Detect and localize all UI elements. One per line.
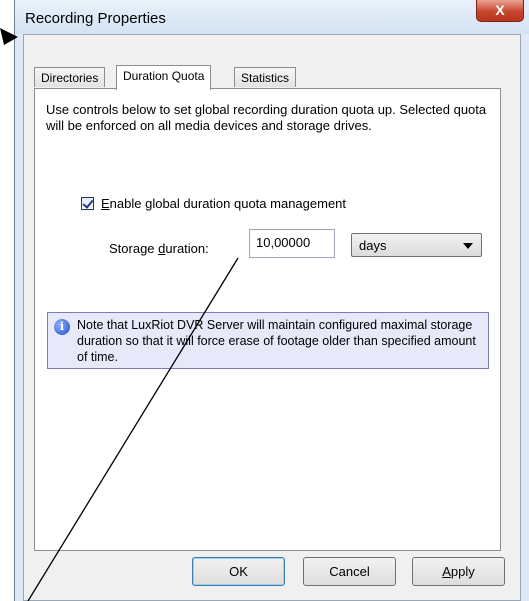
duration-unit-select[interactable]: days bbox=[351, 233, 482, 257]
tab-directories[interactable]: Directories bbox=[34, 67, 106, 87]
info-note-text: Note that LuxRiot DVR Server will mainta… bbox=[77, 318, 476, 364]
recording-properties-window: Recording Properties X Directories Durat… bbox=[14, 0, 529, 601]
storage-duration-label: Storage duration: bbox=[109, 241, 209, 256]
description-text: Use controls below to set global recordi… bbox=[46, 102, 487, 133]
info-icon: i bbox=[54, 319, 70, 335]
tab-duration-quota[interactable]: Duration Quota bbox=[116, 65, 212, 90]
storage-duration-input[interactable]: 10,00000 bbox=[249, 229, 335, 258]
duration-unit-value: days bbox=[359, 238, 387, 253]
dropdown-arrow-icon bbox=[463, 243, 473, 249]
info-note: i Note that LuxRiot DVR Server will main… bbox=[47, 312, 489, 369]
enable-quota-row[interactable]: Enable global duration quota management bbox=[81, 196, 346, 211]
enable-quota-checkbox[interactable] bbox=[81, 197, 94, 210]
window-title: Recording Properties bbox=[25, 10, 166, 27]
enable-quota-label: Enable global duration quota management bbox=[101, 196, 347, 211]
close-button[interactable]: X bbox=[476, 0, 524, 22]
ok-button[interactable]: OK bbox=[192, 557, 285, 586]
title-bar[interactable]: Recording Properties X bbox=[15, 0, 529, 34]
cancel-button[interactable]: Cancel bbox=[303, 557, 396, 586]
dialog-client-area: Directories Duration Quota Statistics Us… bbox=[23, 34, 521, 601]
duration-quota-panel: Use controls below to set global recordi… bbox=[34, 88, 501, 551]
apply-button[interactable]: Apply bbox=[412, 557, 505, 586]
tab-statistics[interactable]: Statistics bbox=[234, 67, 297, 87]
